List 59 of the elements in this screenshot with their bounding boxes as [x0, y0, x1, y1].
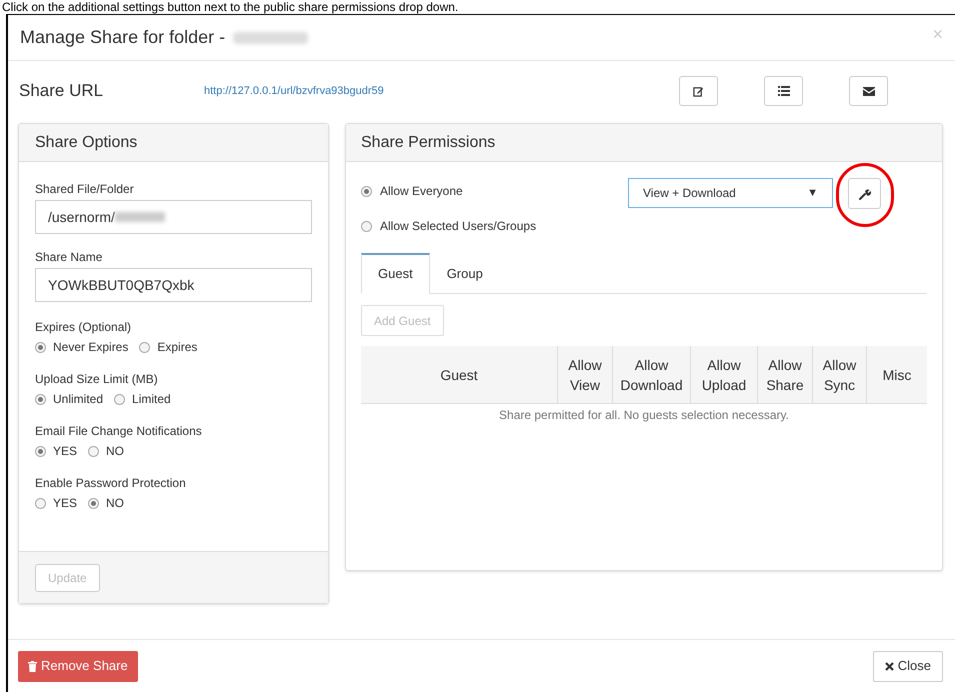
edit-icon [693, 86, 704, 96]
column-header: Allow Upload [690, 346, 757, 403]
column-header: Allow Share [757, 346, 812, 403]
column-header: Allow View [557, 346, 612, 403]
radio-group-label: Expires (Optional) [35, 319, 132, 336]
share-url-label: Share URL [19, 80, 104, 102]
tab[interactable]: Group [430, 253, 500, 294]
column-header: Allow Sync [812, 346, 866, 403]
tab[interactable]: Guest [361, 253, 430, 294]
radio-label: Allow Selected Users/Groups [380, 218, 536, 235]
radio-button[interactable] [35, 342, 46, 352]
radio-label: YES [53, 495, 78, 512]
radio-button[interactable] [361, 186, 372, 196]
radio-label: NO [106, 495, 124, 512]
radio-label: YES [53, 443, 78, 460]
dialog-title: Manage Share for folder - [20, 26, 226, 49]
permission-dropdown[interactable]: View + Download ▼ [628, 178, 833, 208]
input-field[interactable]: /usernorm/ [35, 200, 312, 234]
radio-label: Never Expires [53, 339, 128, 356]
radio-label: Limited [132, 391, 171, 408]
radio-group-label: Email File Change Notifications [35, 423, 203, 440]
remove-share-button[interactable]: Remove Share [18, 650, 138, 682]
radio-button[interactable] [35, 498, 46, 508]
radio-button[interactable] [35, 394, 46, 404]
column-header: Guest [439, 366, 479, 384]
settings-button[interactable] [848, 178, 881, 209]
panel-title: Share Options [35, 132, 138, 152]
instruction-caption: Click on the additional settings button next to the public share permissions drop down. [1, 0, 460, 14]
wrench-icon [858, 188, 870, 200]
close-dialog-button[interactable]: Close [872, 650, 943, 682]
dropdown-arrow: ▼ [807, 186, 818, 201]
radio-button[interactable] [114, 394, 126, 404]
radio-button[interactable] [88, 446, 100, 456]
empty-table-message: Share permitted for all. No guests selection necessary. [498, 407, 790, 424]
column-header: Misc [866, 346, 927, 403]
radio-button[interactable] [139, 342, 150, 352]
radio-label: Expires [157, 339, 198, 356]
radio-group-label: Enable Password Protection [35, 475, 187, 492]
edit-button[interactable] [679, 76, 718, 106]
list-button[interactable] [764, 76, 803, 106]
close-icon [884, 662, 894, 670]
column-header: Allow Download [612, 346, 690, 403]
mail-icon [862, 86, 874, 96]
radio-button[interactable] [88, 498, 100, 508]
radio-label: NO [106, 443, 124, 460]
radio-label: Allow Everyone [380, 183, 463, 200]
radio-label: Unlimited [53, 391, 104, 408]
field-label: Shared File/Folder [35, 181, 135, 198]
field-label: Share Name [35, 249, 104, 266]
mail-button[interactable] [849, 76, 888, 106]
panel-title: Share Permissions [361, 132, 496, 152]
radio-button[interactable] [35, 446, 46, 456]
radio-group-label: Upload Size Limit (MB) [35, 371, 159, 388]
list-icon [778, 86, 790, 96]
redaction-blur [114, 212, 165, 222]
trash-icon [28, 660, 37, 672]
radio-button[interactable] [361, 220, 372, 232]
share-url-link[interactable]: http://127.0.0.1/url/bzvfrva93bgudr59 [204, 82, 384, 100]
input-field[interactable]: YOWkBBUT0QB7Qxbk [35, 268, 312, 302]
